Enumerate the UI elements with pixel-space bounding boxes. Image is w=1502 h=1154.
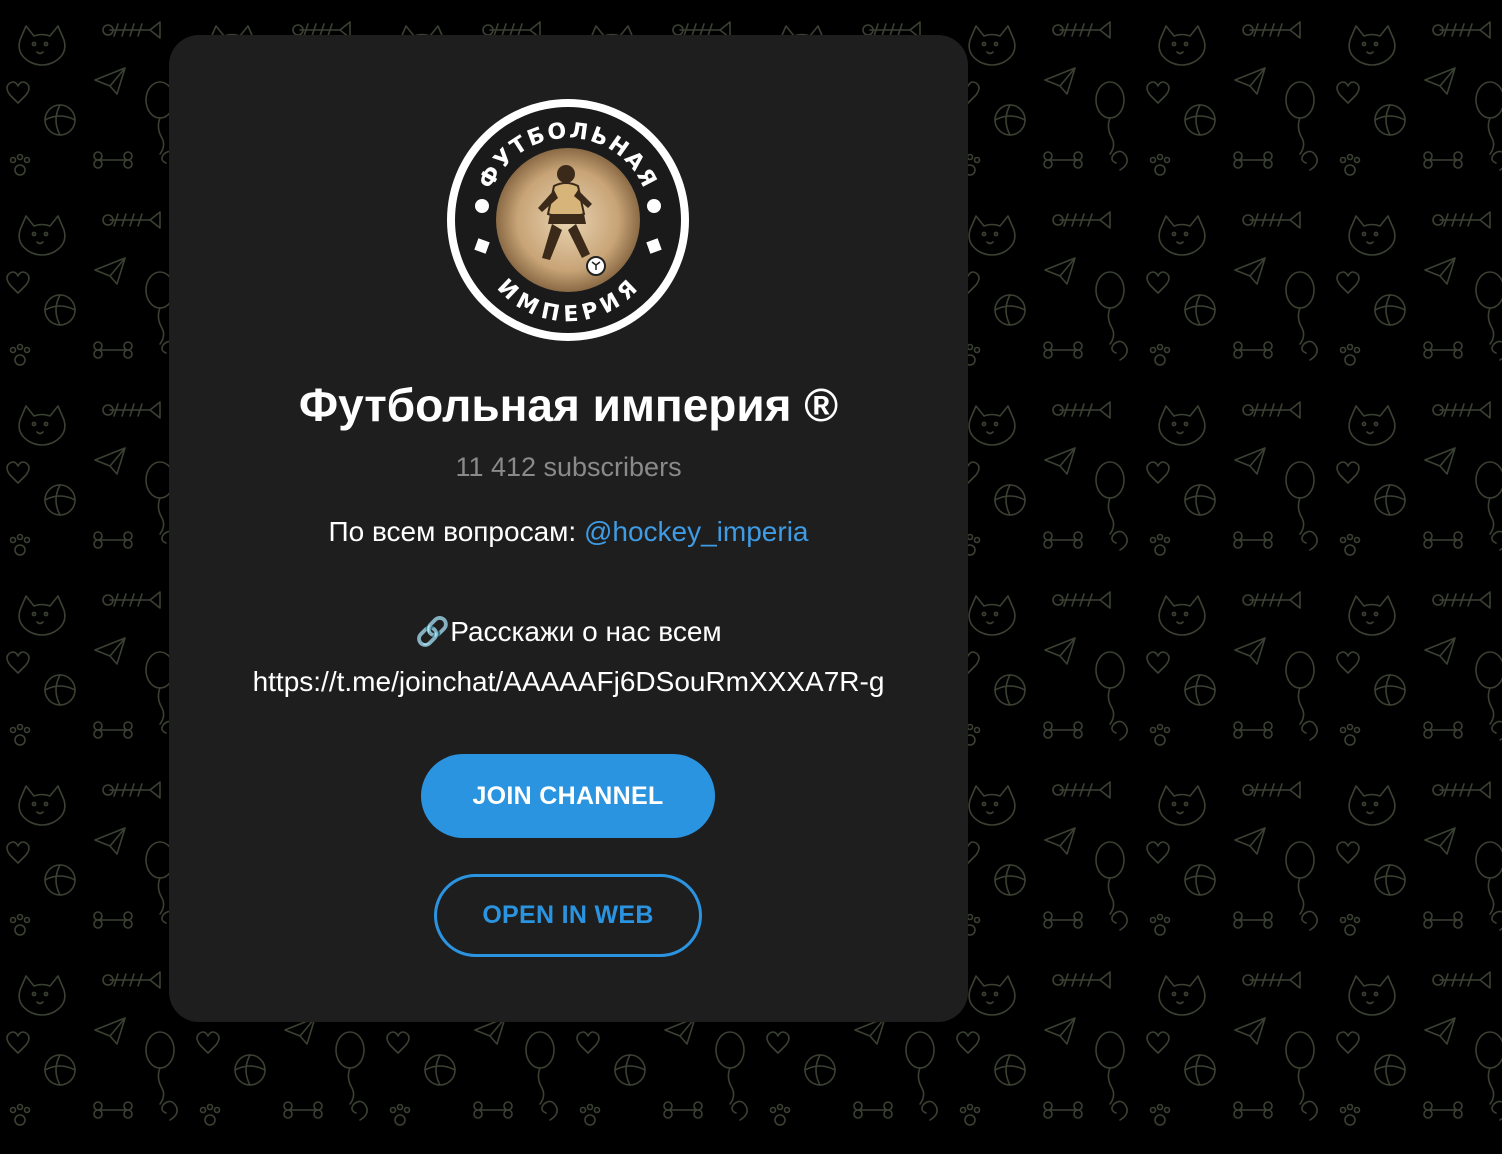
channel-card: ФУТБОЛЬНАЯ ИМПЕРИЯ Футбольная империя ® … (169, 35, 968, 1022)
open-in-web-button[interactable]: OPEN IN WEB (434, 874, 702, 957)
channel-avatar: ФУТБОЛЬНАЯ ИМПЕРИЯ (447, 99, 689, 341)
share-text: Расскажи о нас всем (450, 616, 722, 647)
description-contact-line: По всем вопросам: @hockey_imperia (169, 514, 968, 550)
contact-label: По всем вопросам: (328, 516, 584, 547)
contact-link[interactable]: @hockey_imperia (584, 516, 809, 547)
description-share-line: 🔗Расскажи о нас всем (169, 614, 968, 650)
subscriber-count: 11 412 subscribers (455, 452, 682, 482)
link-icon: 🔗 (415, 616, 451, 647)
join-channel-button[interactable]: JOIN CHANNEL (421, 754, 715, 838)
channel-title: Футбольная империя ® (298, 379, 839, 431)
invite-url: https://t.me/joinchat/AAAAAFj6DSouRmXXXA… (252, 666, 885, 697)
